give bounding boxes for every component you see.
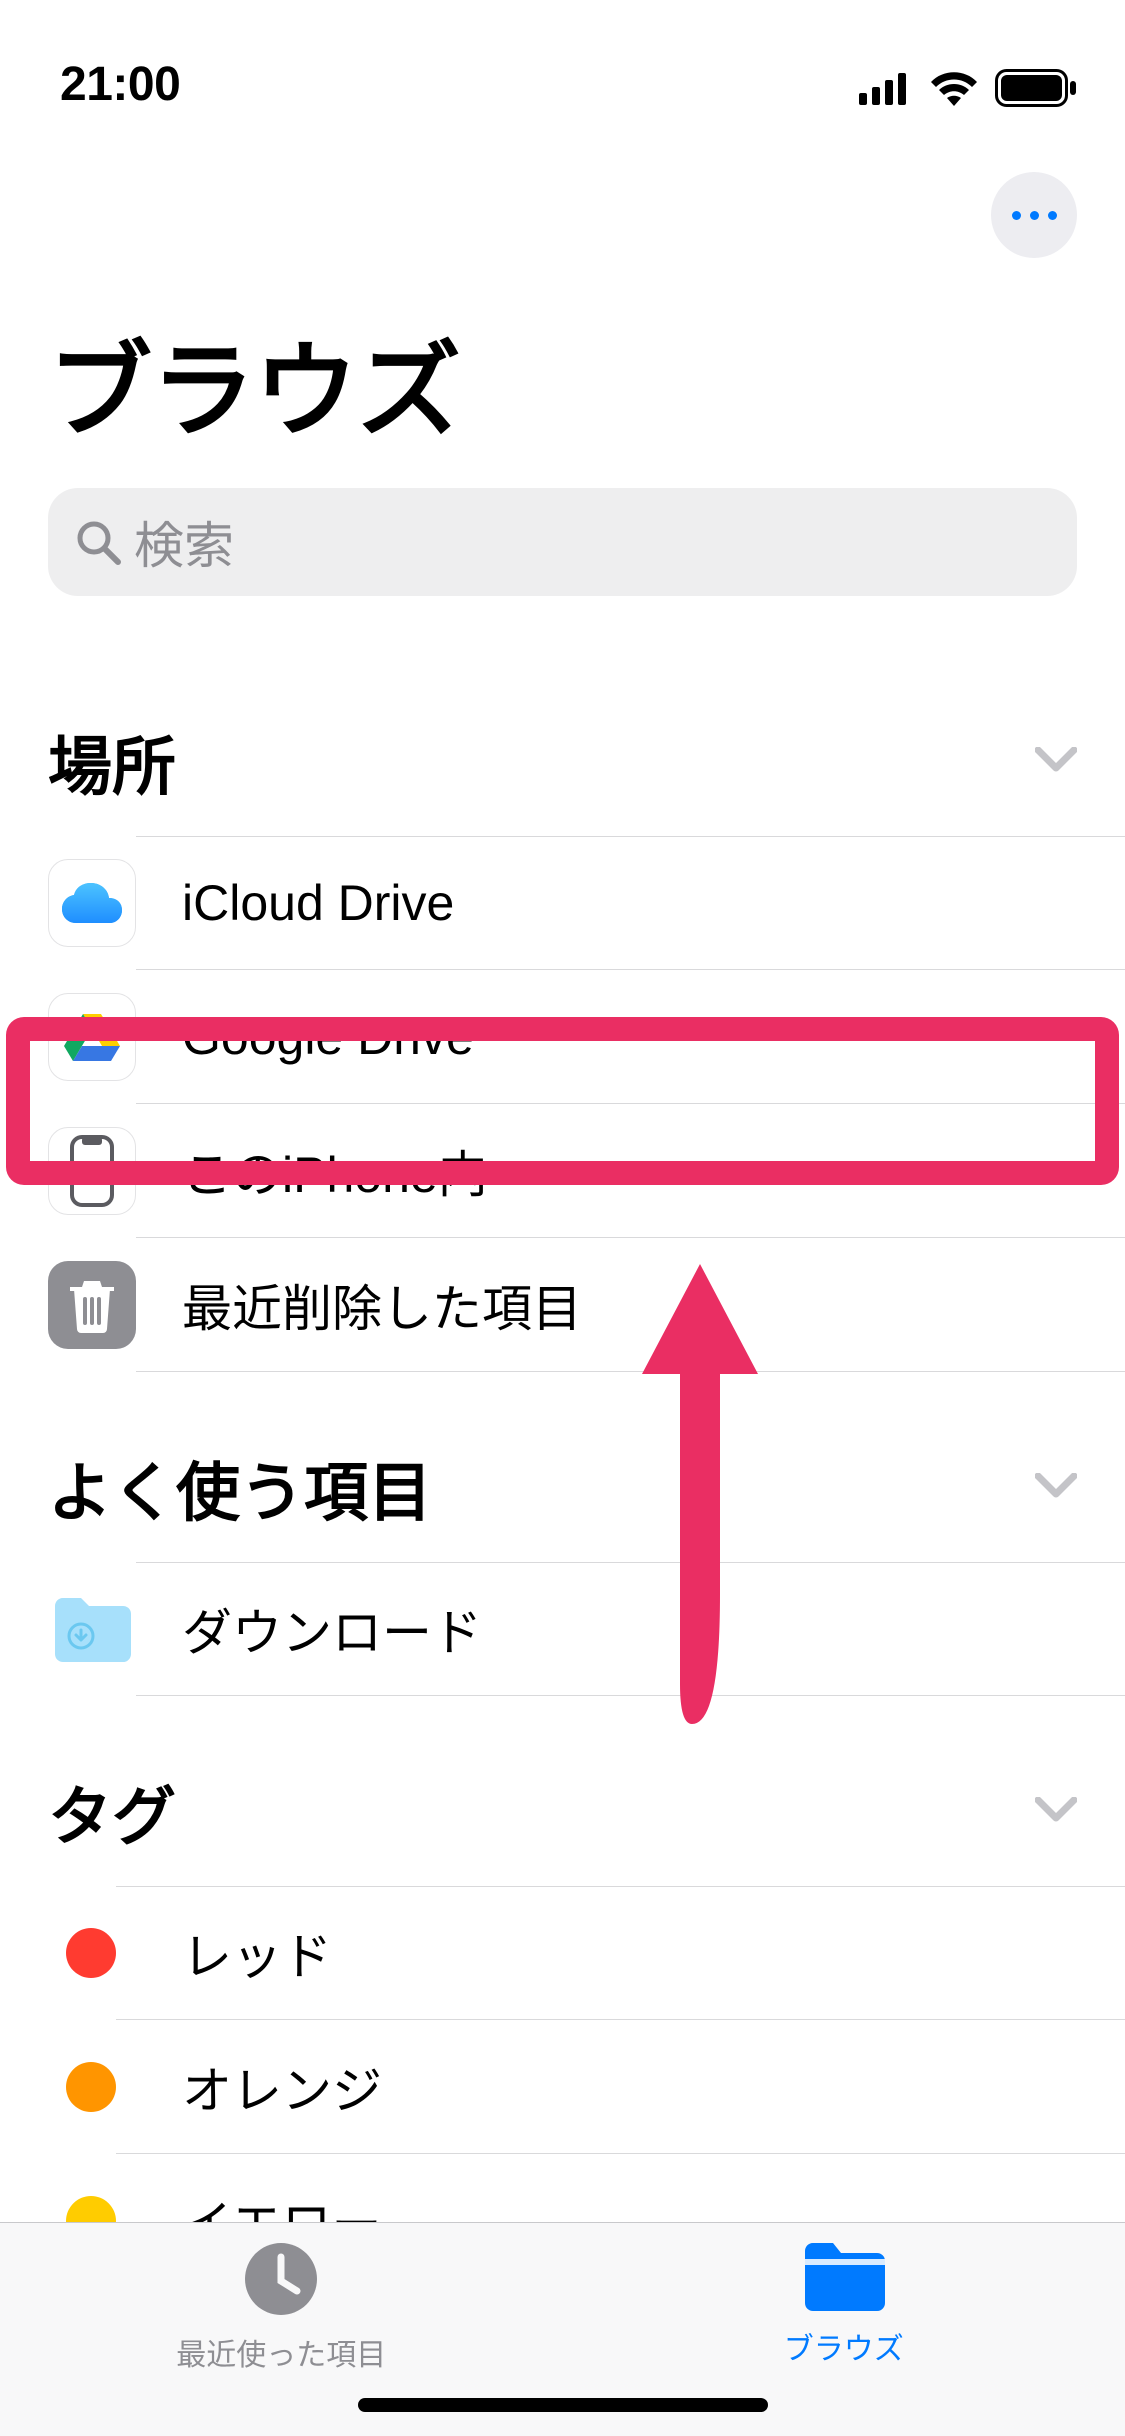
cellular-icon [859, 71, 913, 110]
search-icon [74, 518, 122, 566]
row-label: 最近削除した項目 [182, 1269, 582, 1341]
tab-label: 最近使った項目 [176, 2330, 386, 2374]
row-label: iCloud Drive [182, 874, 454, 932]
row-label: Google Drive [182, 1008, 474, 1066]
section-header-favorites[interactable]: よく使う項目 [0, 1442, 1125, 1534]
page-title: ブラウズ [0, 300, 1125, 468]
ellipsis-icon [1012, 211, 1057, 220]
section-title: よく使う項目 [48, 1442, 432, 1534]
chevron-down-icon [1035, 1797, 1077, 1828]
wifi-icon [929, 70, 979, 111]
locations-list: iCloud Drive Google Drive このiPhone内 最近削除… [0, 836, 1125, 1372]
tag-dot-icon [66, 1928, 116, 1978]
location-recently-deleted[interactable]: 最近削除した項目 [0, 1238, 1125, 1372]
downloads-folder-icon [48, 1585, 136, 1673]
location-google-drive[interactable]: Google Drive [0, 970, 1125, 1104]
tag-red[interactable]: レッド [0, 1886, 1125, 2020]
location-on-my-iphone[interactable]: このiPhone内 [0, 1104, 1125, 1238]
favorite-downloads[interactable]: ダウンロード [0, 1562, 1125, 1696]
section-header-tags[interactable]: タグ [0, 1766, 1125, 1858]
tag-orange[interactable]: オレンジ [0, 2020, 1125, 2154]
search-input[interactable]: 検索 [48, 488, 1077, 596]
row-label: このiPhone内 [182, 1135, 488, 1207]
row-label: オレンジ [182, 2051, 382, 2123]
section-title: 場所 [48, 716, 176, 808]
search-placeholder: 検索 [134, 506, 234, 578]
status-right [859, 69, 1077, 112]
more-button[interactable] [991, 172, 1077, 258]
status-time: 21:00 [60, 57, 180, 112]
chevron-down-icon [1035, 747, 1077, 778]
trash-icon [48, 1261, 136, 1349]
iphone-icon [48, 1127, 136, 1215]
section-title: タグ [48, 1766, 176, 1858]
tag-dot-icon [66, 2062, 116, 2112]
row-label: ダウンロード [182, 1593, 482, 1665]
tab-label: ブラウズ [784, 2324, 904, 2368]
folder-icon [801, 2241, 887, 2316]
favorites-list: ダウンロード [0, 1562, 1125, 1696]
status-bar: 21:00 [0, 0, 1125, 130]
clock-icon [243, 2241, 319, 2322]
chevron-down-icon [1035, 1473, 1077, 1504]
google-drive-icon [48, 993, 136, 1081]
location-icloud-drive[interactable]: iCloud Drive [0, 836, 1125, 970]
icloud-icon [48, 859, 136, 947]
battery-icon [995, 69, 1077, 112]
home-indicator[interactable] [358, 2398, 768, 2412]
row-label: レッド [182, 1917, 332, 1989]
nav-bar [0, 130, 1125, 300]
section-header-locations[interactable]: 場所 [0, 716, 1125, 808]
